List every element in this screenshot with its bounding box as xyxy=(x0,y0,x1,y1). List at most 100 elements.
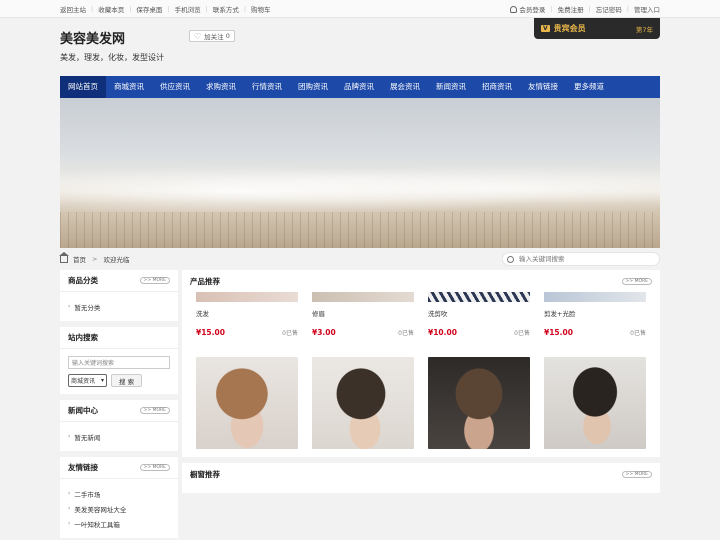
chevron-right-icon: › xyxy=(68,303,71,310)
product-sold: 0已售 xyxy=(398,330,414,337)
list-item-label: 暂无分类 xyxy=(74,303,101,312)
product-thumb[interactable] xyxy=(544,292,646,302)
vip-badge: V 贵宾会员 第7年 xyxy=(534,18,660,39)
product-card[interactable]: 修眉 ¥3.00 0已售 xyxy=(312,292,414,337)
follow-button[interactable]: ♡ 加关注 0 xyxy=(189,30,235,42)
product-name[interactable]: 洗发 xyxy=(196,308,298,324)
product-sold: 0已售 xyxy=(514,330,530,337)
product-card[interactable]: 洗剪吹 ¥10.00 0已售 xyxy=(428,292,530,337)
vip-years: 第7年 xyxy=(635,25,653,34)
site-search-box: 站内搜索 输入关键词搜索 商城资讯 ▾ 搜 索 xyxy=(60,327,178,394)
links-title: 友情链接 xyxy=(68,463,98,472)
product-sold: 0已售 xyxy=(630,330,646,337)
main-nav: 网站首页 商城资讯 供应资讯 求购资讯 行情资讯 团购资讯 品牌资讯 展会资讯 … xyxy=(60,76,660,98)
search-button[interactable]: 搜 索 xyxy=(111,374,143,387)
list-item-label: 一叶知秋工具箱 xyxy=(74,520,120,529)
product-name[interactable]: 剪发+光脸 xyxy=(544,308,646,324)
nav-groupbuy[interactable]: 团购资讯 xyxy=(290,76,336,98)
header: 美容美发网 ♡ 加关注 0 美发，理发，化妆，发型设计 V 贵宾会员 第7年 xyxy=(60,18,660,76)
breadcrumb-current: 欢迎光临 xyxy=(103,256,130,264)
product-price: ¥15.00 xyxy=(544,328,573,337)
chevron-right-icon: › xyxy=(68,490,71,497)
product-name[interactable]: 洗剪吹 xyxy=(428,308,530,324)
more-button[interactable]: >> MORE xyxy=(621,277,652,285)
shop-window-box: 橱窗推荐 >> MORE xyxy=(182,463,660,493)
chevron-right-icon: › xyxy=(68,505,71,512)
admin-link[interactable]: 管理入口 xyxy=(634,4,660,14)
list-item-label: 二手市场 xyxy=(74,490,101,499)
search-input[interactable] xyxy=(519,255,649,263)
banner-image xyxy=(60,98,660,248)
category-title: 商品分类 xyxy=(68,276,98,285)
chevron-right-icon: › xyxy=(68,520,71,527)
products-title: 产品推荐 xyxy=(190,276,220,286)
list-item[interactable]: › 暂无新闻 xyxy=(68,429,170,444)
links-box: 友情链接 >> MORE › 二手市场 › 美发美容网址大全 › 一叶知秋工具箱 xyxy=(60,457,178,538)
bookmark-link[interactable]: 收藏本页 xyxy=(98,4,124,14)
keyword-input[interactable]: 输入关键词搜索 xyxy=(68,356,170,369)
user-icon xyxy=(510,5,518,13)
more-button[interactable]: >> MORE xyxy=(621,470,652,478)
breadcrumb-home[interactable]: 首页 xyxy=(73,254,86,264)
top-search-box[interactable] xyxy=(502,252,660,266)
contact-link[interactable]: 联系方式 xyxy=(213,4,239,14)
chevron-down-icon: ▾ xyxy=(100,377,104,384)
nav-news[interactable]: 新闻资讯 xyxy=(428,76,474,98)
nav-expo[interactable]: 展会资讯 xyxy=(382,76,428,98)
product-recommend-box: 产品推荐 >> MORE 洗发 ¥15.00 0已售 修眉 ¥3.00 0已售 洗剪吹… xyxy=(182,270,660,457)
product-image[interactable] xyxy=(428,357,530,449)
site-title[interactable]: 美容美发网 xyxy=(60,28,125,47)
nav-market[interactable]: 行情资讯 xyxy=(244,76,290,98)
search-icon[interactable] xyxy=(507,255,514,263)
heart-icon: ♡ xyxy=(194,31,202,41)
site-tagline: 美发，理发，化妆，发型设计 xyxy=(60,53,164,62)
product-sold: 0已售 xyxy=(282,330,298,337)
product-image[interactable] xyxy=(544,357,646,449)
nav-purchase[interactable]: 求购资讯 xyxy=(198,76,244,98)
forgot-password-link[interactable]: 忘记密码 xyxy=(596,4,622,14)
list-item[interactable]: › 美发美容网址大全 xyxy=(68,501,170,516)
sidebar: 商品分类 >> MORE › 暂无分类 站内搜索 输入关键词搜索 商城资讯 ▾ 搜 索… xyxy=(60,270,178,540)
product-name[interactable]: 修眉 xyxy=(312,308,414,324)
cart-link[interactable]: 购物车 xyxy=(251,4,271,14)
nav-more[interactable]: 更多频道 xyxy=(566,76,612,98)
list-item[interactable]: › 暂无分类 xyxy=(68,299,170,314)
shop-window-title: 橱窗推荐 xyxy=(190,469,220,479)
nav-mall[interactable]: 商城资讯 xyxy=(106,76,152,98)
follow-label: 加关注 xyxy=(204,33,224,41)
product-card[interactable]: 洗发 ¥15.00 0已售 xyxy=(196,292,298,337)
nav-brand[interactable]: 品牌资讯 xyxy=(336,76,382,98)
product-thumb[interactable] xyxy=(312,292,414,302)
list-item[interactable]: › 一叶知秋工具箱 xyxy=(68,516,170,531)
more-button[interactable]: >> MORE xyxy=(139,407,170,414)
product-image[interactable] xyxy=(312,357,414,449)
topbar-right-links: 会员登录 | 免费注册 | 忘记密码 | 管理入口 xyxy=(510,4,660,14)
product-price: ¥15.00 xyxy=(196,328,225,337)
nav-supply[interactable]: 供应资讯 xyxy=(152,76,198,98)
breadcrumb-bar: 首页 > 欢迎光临 xyxy=(59,248,660,270)
vip-icon: V xyxy=(541,25,550,32)
search-type-select[interactable]: 商城资讯 ▾ xyxy=(68,374,107,387)
list-item[interactable]: › 二手市场 xyxy=(68,486,170,501)
site-search-title: 站内搜索 xyxy=(68,333,98,342)
more-button[interactable]: >> MORE xyxy=(139,464,170,471)
register-link[interactable]: 免费注册 xyxy=(558,4,584,14)
more-button[interactable]: >> MORE xyxy=(139,277,170,284)
product-image[interactable] xyxy=(196,357,298,449)
back-to-main-link[interactable]: 返回主站 xyxy=(60,4,86,14)
nav-links[interactable]: 友情链接 xyxy=(520,76,566,98)
login-link[interactable]: 会员登录 xyxy=(519,4,545,14)
save-desktop-link[interactable]: 保存桌面 xyxy=(136,4,162,14)
topbar-left-links: 返回主站 | 收藏本页 | 保存桌面 | 手机浏览 | 联系方式 | 购物车 xyxy=(60,4,271,14)
news-box: 新闻中心 >> MORE › 暂无新闻 xyxy=(60,400,178,451)
mobile-link[interactable]: 手机浏览 xyxy=(175,4,201,14)
product-card[interactable]: 剪发+光脸 ¥15.00 0已售 xyxy=(544,292,646,337)
nav-invest[interactable]: 招商资讯 xyxy=(474,76,520,98)
product-thumb[interactable] xyxy=(196,292,298,302)
chevron-right-icon: › xyxy=(68,433,71,440)
product-thumb[interactable] xyxy=(428,292,530,302)
product-price: ¥3.00 xyxy=(312,328,336,337)
nav-home[interactable]: 网站首页 xyxy=(60,76,106,98)
topbar: 返回主站 | 收藏本页 | 保存桌面 | 手机浏览 | 联系方式 | 购物车 会员登录 | … xyxy=(0,0,720,18)
breadcrumb: 首页 > 欢迎光临 xyxy=(59,251,130,264)
